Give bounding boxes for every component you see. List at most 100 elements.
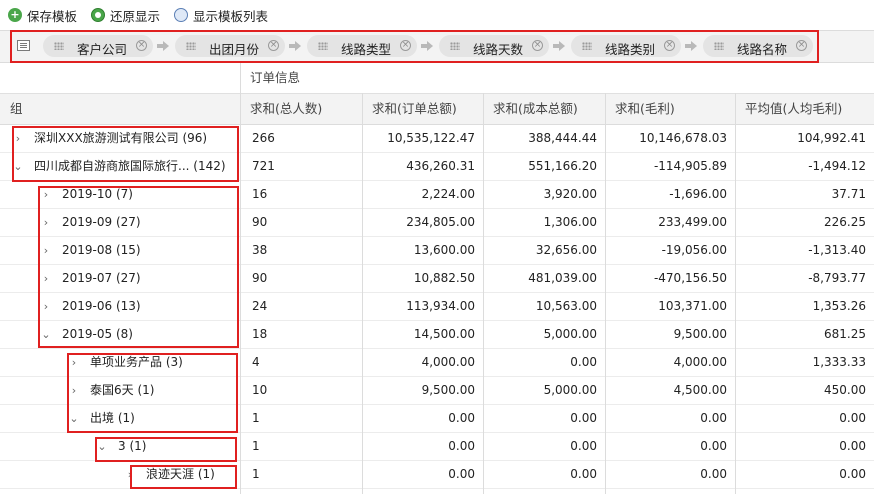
cell-order-total: 4,000.00 bbox=[421, 355, 475, 369]
column-header-cost-total[interactable]: 求和(成本总额) bbox=[483, 94, 605, 124]
restore-icon bbox=[91, 8, 106, 22]
cell-order-total: 2,224.00 bbox=[421, 187, 475, 201]
drag-handle-icon[interactable] bbox=[54, 42, 64, 50]
remove-icon[interactable]: × bbox=[400, 40, 411, 51]
table-row[interactable]: ⌄ 四川成都自游商旅国际旅行... (142) 721 436,260.31 551,1… bbox=[0, 153, 874, 181]
cell-total-people: 18 bbox=[252, 327, 268, 341]
table-row[interactable]: › 浪迹天涯 (1) 1 0.00 0.00 0.00 0.00 bbox=[0, 461, 874, 489]
expand-icon[interactable]: › bbox=[124, 461, 136, 488]
table-row[interactable]: › 2019-07 (27) 90 10,882.50 481,039.00 -470,1… bbox=[0, 265, 874, 293]
table-row[interactable]: ⌄ 2019-05 (8) 18 14,500.00 5,000.00 9,500.00 6… bbox=[0, 321, 874, 349]
drag-handle-icon[interactable] bbox=[186, 42, 196, 50]
collapse-icon[interactable]: ⌄ bbox=[68, 405, 80, 432]
cell-cost-total: 32,656.00 bbox=[535, 243, 597, 257]
cell-order-total: 10,882.50 bbox=[413, 271, 475, 285]
table-row[interactable]: ⌄ 出境 (1) 1 0.00 0.00 0.00 0.00 bbox=[0, 405, 874, 433]
column-header-row: 组 求和(总人数) 求和(订单总额) 求和(成本总额) 求和(毛利) 平均值(人… bbox=[0, 93, 874, 125]
table-row[interactable]: › 泰国6天 (1) 10 9,500.00 5,000.00 4,500.00 450.0… bbox=[0, 377, 874, 405]
group-cell: › 2019-07 (27) bbox=[0, 265, 240, 293]
expand-icon[interactable]: › bbox=[12, 125, 24, 152]
group-label: 2019-06 (13) bbox=[62, 299, 141, 313]
group-chip-route-days[interactable]: 线路天数 × bbox=[439, 35, 549, 57]
cell-cost-total: 0.00 bbox=[570, 467, 597, 481]
cell-avg-profit-per-person: 450.00 bbox=[824, 383, 866, 397]
cell-cost-total: 5,000.00 bbox=[543, 327, 597, 341]
cell-order-total: 436,260.31 bbox=[406, 159, 475, 173]
remove-icon[interactable]: × bbox=[268, 40, 279, 51]
cell-total-people: 1 bbox=[252, 467, 260, 481]
group-chip-customer-company[interactable]: 客户公司 × bbox=[43, 35, 153, 57]
collapse-icon[interactable]: ⌄ bbox=[12, 153, 24, 180]
group-chip-label: 线路天数 bbox=[473, 42, 524, 57]
table-row[interactable]: › 2019-06 (13) 24 113,934.00 10,563.00 103,37… bbox=[0, 293, 874, 321]
drag-handle-icon[interactable] bbox=[714, 42, 724, 50]
cell-total-people: 1 bbox=[252, 439, 260, 453]
column-header-gross-profit[interactable]: 求和(毛利) bbox=[605, 94, 735, 124]
cell-avg-profit-per-person: 1,333.33 bbox=[812, 355, 866, 369]
cell-order-total: 13,600.00 bbox=[413, 243, 475, 257]
group-chip-departure-month[interactable]: 出团月份 × bbox=[175, 35, 285, 57]
arrow-right-icon bbox=[553, 41, 565, 51]
expand-icon[interactable]: › bbox=[40, 265, 52, 292]
column-header-group[interactable]: 组 bbox=[0, 94, 240, 124]
group-label: 3 (1) bbox=[118, 439, 147, 453]
drag-handle-icon[interactable] bbox=[582, 42, 592, 50]
group-label: 2019-10 (7) bbox=[62, 187, 133, 201]
show-template-list-label: 显示模板列表 bbox=[193, 8, 269, 24]
table-row[interactable]: › 深圳XXX旅游测试有限公司 (96) 266 10,535,122.47 388,4… bbox=[0, 125, 874, 153]
expand-icon[interactable]: › bbox=[68, 349, 80, 376]
expand-icon[interactable]: › bbox=[68, 377, 80, 404]
group-label: 深圳XXX旅游测试有限公司 (96) bbox=[34, 131, 208, 145]
cell-total-people: 90 bbox=[252, 215, 268, 229]
remove-icon[interactable]: × bbox=[664, 40, 675, 51]
expand-icon[interactable]: › bbox=[40, 237, 52, 264]
cell-avg-profit-per-person: -1,494.12 bbox=[808, 159, 866, 173]
collapse-icon[interactable]: ⌄ bbox=[96, 433, 108, 460]
cell-cost-total: 551,166.20 bbox=[528, 159, 597, 173]
column-divider bbox=[735, 93, 736, 494]
group-chip-route-type[interactable]: 线路类型 × bbox=[307, 35, 417, 57]
group-cell: ⌄ 2019-05 (8) bbox=[0, 321, 240, 349]
group-cell: › 深圳XXX旅游测试有限公司 (96) bbox=[0, 125, 240, 153]
cell-total-people: 24 bbox=[252, 299, 268, 313]
cell-total-people: 4 bbox=[252, 355, 260, 369]
drag-handle-icon[interactable] bbox=[450, 42, 460, 50]
group-label: 泰国6天 (1) bbox=[90, 383, 155, 397]
cell-avg-profit-per-person: 226.25 bbox=[824, 215, 866, 229]
group-chip-label: 线路名称 bbox=[737, 42, 788, 57]
remove-icon[interactable]: × bbox=[796, 40, 807, 51]
cell-order-total: 14,500.00 bbox=[413, 327, 475, 341]
remove-icon[interactable]: × bbox=[532, 40, 543, 51]
group-cell: › 单项业务产品 (3) bbox=[0, 349, 240, 377]
column-header-order-total[interactable]: 求和(订单总额) bbox=[362, 94, 483, 124]
column-header-total-people[interactable]: 求和(总人数) bbox=[240, 94, 362, 124]
cell-gross-profit: 0.00 bbox=[700, 439, 727, 453]
cell-cost-total: 0.00 bbox=[570, 355, 597, 369]
table-row[interactable]: › 单项业务产品 (3) 4 4,000.00 0.00 4,000.00 1,333.33 bbox=[0, 349, 874, 377]
drag-handle-icon[interactable] bbox=[318, 42, 328, 50]
table-row[interactable]: › 2019-10 (7) 16 2,224.00 3,920.00 -1,696.00 3… bbox=[0, 181, 874, 209]
table-row[interactable]: › 2019-08 (15) 38 13,600.00 32,656.00 -19,056… bbox=[0, 237, 874, 265]
table-row[interactable]: › 2019-09 (27) 90 234,805.00 1,306.00 233,499… bbox=[0, 209, 874, 237]
collapse-icon[interactable]: ⌄ bbox=[40, 321, 52, 348]
column-header-avg-profit-per-person[interactable]: 平均值(人均毛利) bbox=[735, 94, 874, 124]
group-chip-route-category[interactable]: 线路类别 × bbox=[571, 35, 681, 57]
group-chip-route-name[interactable]: 线路名称 × bbox=[703, 35, 813, 57]
group-cell: › 泰国6天 (1) bbox=[0, 377, 240, 405]
cell-gross-profit: 233,499.00 bbox=[658, 215, 727, 229]
cell-avg-profit-per-person: 681.25 bbox=[824, 327, 866, 341]
arrow-right-icon bbox=[685, 41, 697, 51]
restore-display-button[interactable]: 还原显示 bbox=[91, 6, 160, 25]
restore-display-label: 还原显示 bbox=[110, 8, 161, 24]
group-cell: › 2019-10 (7) bbox=[0, 181, 240, 209]
show-template-list-button[interactable]: 显示模板列表 bbox=[174, 6, 268, 25]
expand-icon[interactable]: › bbox=[40, 181, 52, 208]
group-panel-icon[interactable] bbox=[17, 40, 30, 51]
expand-icon[interactable]: › bbox=[40, 209, 52, 236]
expand-icon[interactable]: › bbox=[40, 293, 52, 320]
cell-order-total: 0.00 bbox=[448, 439, 475, 453]
table-row[interactable]: ⌄ 3 (1) 1 0.00 0.00 0.00 0.00 bbox=[0, 433, 874, 461]
cell-avg-profit-per-person: 37.71 bbox=[831, 187, 866, 201]
save-template-button[interactable]: + 保存模板 bbox=[8, 6, 77, 25]
remove-icon[interactable]: × bbox=[136, 40, 147, 51]
